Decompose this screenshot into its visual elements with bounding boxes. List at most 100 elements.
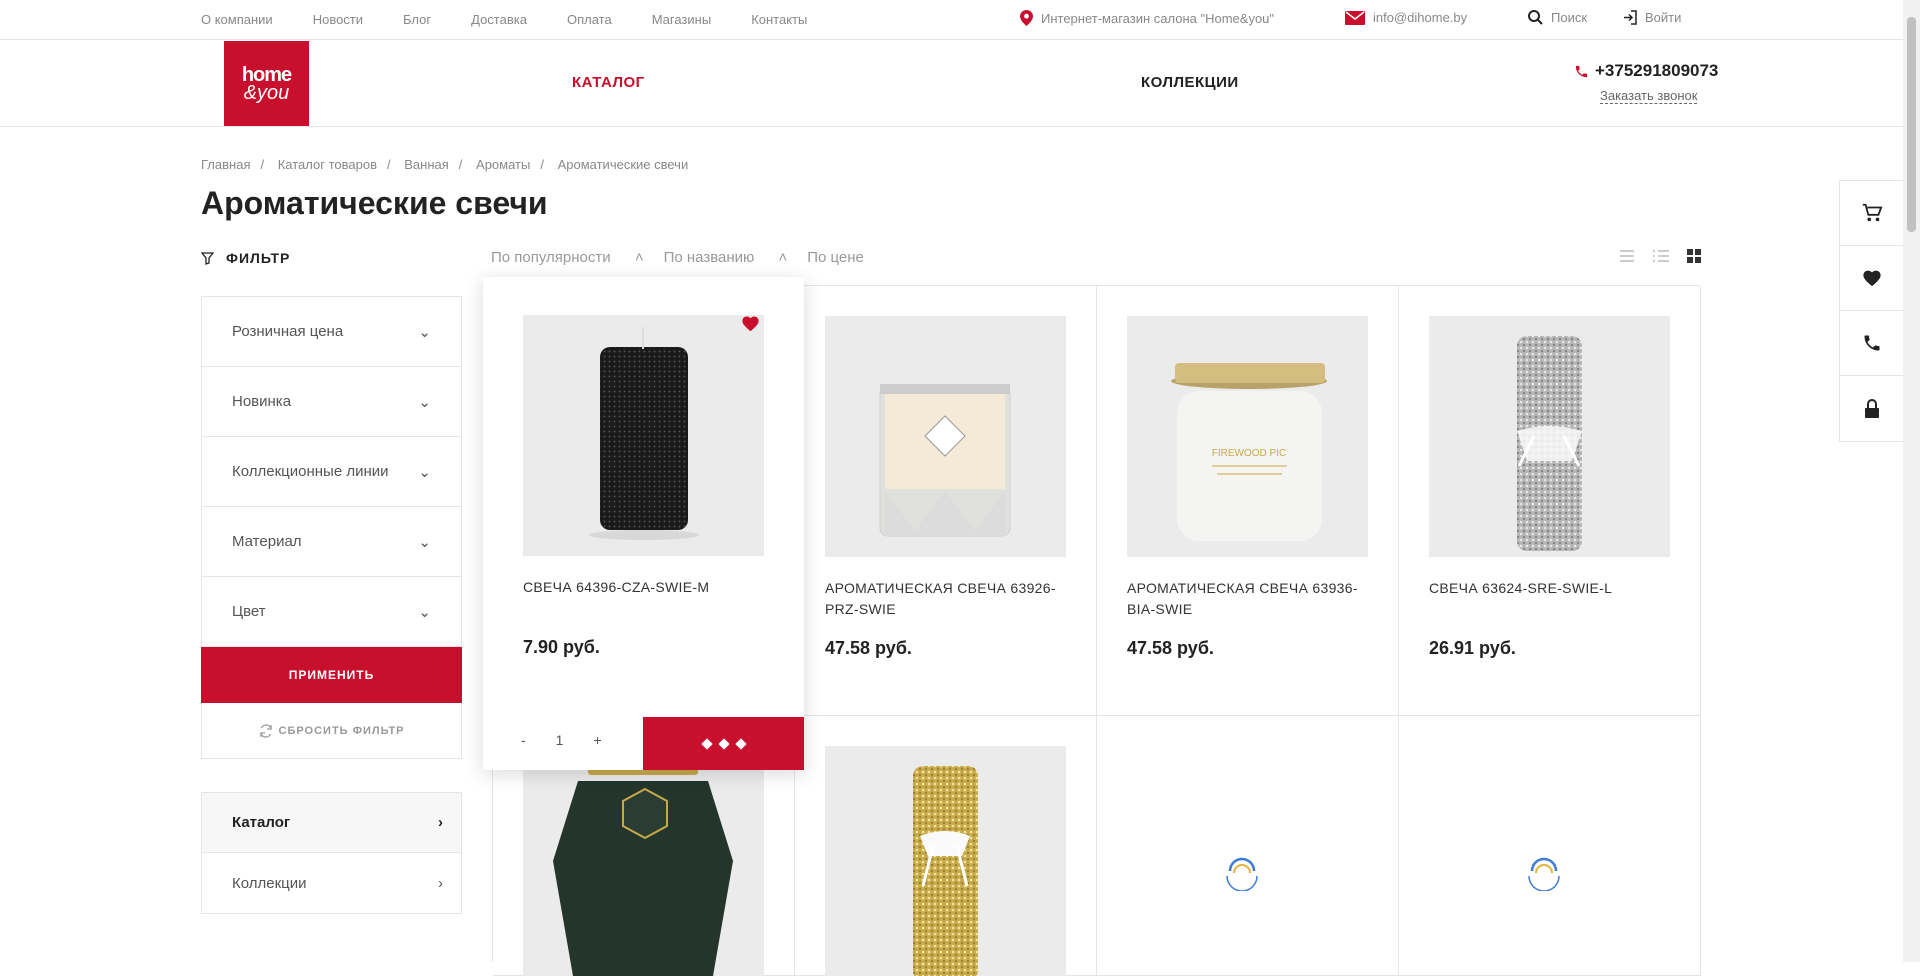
view-toggle	[1618, 248, 1702, 264]
silver-candle-icon	[1429, 316, 1670, 557]
search-link[interactable]: Поиск	[1528, 10, 1587, 25]
filter-collection-lines[interactable]: Коллекционные линии ⌄	[202, 437, 461, 507]
email-link[interactable]: info@dihome.by	[1345, 10, 1467, 25]
product-price: 47.58 руб.	[825, 638, 912, 658]
breadcrumb-home[interactable]: Главная	[201, 157, 250, 172]
apply-filter-button[interactable]: ПРИМЕНИТЬ	[201, 647, 462, 703]
breadcrumb-current: Ароматические свечи	[557, 157, 689, 172]
sort-price[interactable]: По цене	[807, 249, 864, 266]
email-text: info@dihome.by	[1373, 10, 1468, 25]
quantity-plus-button[interactable]: +	[593, 732, 601, 748]
product-card-hover[interactable]: СВЕЧА 64396-CZA-SWIE-M 7.90 руб. - 1 +	[483, 277, 804, 770]
list-view-icon[interactable]	[1618, 248, 1636, 264]
breadcrumb-bathroom[interactable]: Ванная	[404, 157, 449, 172]
filter-heading[interactable]: ФИЛЬТР	[201, 250, 290, 266]
chevron-down-icon: ⌄	[418, 393, 431, 411]
product-card-loading	[1097, 716, 1399, 976]
product-title[interactable]: СВЕЧА 63624-SRE-SWIE-L	[1429, 578, 1674, 599]
product-image[interactable]: FIREWOOD PIC	[1127, 316, 1368, 557]
phone-number[interactable]: +375291809073	[1574, 61, 1718, 81]
breadcrumb-aromas[interactable]: Ароматы	[476, 157, 530, 172]
breadcrumb: Главная / Каталог товаров / Ванная / Аромат…	[201, 157, 689, 172]
detail-list-icon[interactable]	[1652, 248, 1670, 264]
search-icon	[1528, 10, 1543, 25]
login-link[interactable]: Войти	[1623, 10, 1681, 25]
product-title[interactable]: СВЕЧА 64396-CZA-SWIE-M	[523, 577, 768, 598]
filter-title: ФИЛЬТР	[226, 250, 291, 266]
filter-label: Розничная цена	[232, 323, 344, 340]
store-info[interactable]: Интернет-магазин салона "Home&you"	[1020, 10, 1274, 26]
header: home &you КАТАЛОГ КОЛЛЕКЦИИ +37529180907…	[0, 40, 1903, 127]
scrollbar[interactable]	[1903, 0, 1920, 962]
side-menu-catalog[interactable]: Каталог ›	[202, 793, 461, 853]
cart-button[interactable]	[1840, 181, 1903, 246]
callback-link[interactable]: Заказать звонок	[1600, 88, 1698, 104]
quantity-stepper: - 1 +	[521, 732, 602, 748]
black-candle-icon	[523, 315, 764, 556]
sort-name[interactable]: По названию ˄	[664, 249, 788, 266]
product-image[interactable]	[523, 746, 764, 976]
quantity-minus-button[interactable]: -	[521, 732, 526, 748]
jar-candle-icon: FIREWOOD PIC	[1127, 316, 1368, 557]
top-nav-payment[interactable]: Оплата	[567, 12, 612, 27]
breadcrumb-catalog[interactable]: Каталог товаров	[278, 157, 377, 172]
site-logo[interactable]: home &you	[224, 41, 309, 126]
account-button[interactable]	[1840, 376, 1903, 441]
wishlist-heart-icon[interactable]	[741, 315, 760, 332]
grid-view-icon[interactable]	[1686, 248, 1702, 264]
nav-catalog[interactable]: КАТАЛОГ	[572, 74, 645, 91]
product-image[interactable]	[825, 746, 1066, 976]
product-image[interactable]	[825, 316, 1066, 557]
side-menu-label: Каталог	[232, 814, 291, 831]
top-nav-delivery[interactable]: Доставка	[471, 12, 527, 27]
sort-label: По названию	[663, 249, 755, 266]
chevron-down-icon: ⌄	[418, 533, 431, 551]
store-label: Интернет-магазин салона "Home&you"	[1041, 10, 1275, 26]
product-title[interactable]: АРОМАТИЧЕСКАЯ СВЕЧА 63936-BIA-SWIE	[1127, 578, 1372, 620]
green-candle-icon	[523, 746, 764, 976]
add-to-cart-button[interactable]	[643, 717, 804, 770]
phone-icon	[1575, 65, 1588, 77]
heart-icon	[1862, 270, 1881, 287]
diamond-icon	[700, 737, 713, 750]
logo-line1: home	[241, 63, 292, 86]
filter-color[interactable]: Цвет ⌄	[202, 577, 461, 647]
top-nav-contacts[interactable]: Контакты	[751, 12, 807, 27]
side-menu-collections[interactable]: Коллекции ›	[202, 853, 461, 913]
product-image[interactable]	[523, 315, 764, 556]
phone-icon	[1864, 335, 1879, 351]
favorites-button[interactable]	[1840, 246, 1903, 311]
filter-new[interactable]: Новинка ⌄	[202, 367, 461, 437]
top-nav-about[interactable]: О компании	[201, 12, 273, 27]
filter-label: Коллекционные линии	[232, 463, 389, 480]
quantity-value[interactable]: 1	[556, 732, 564, 748]
chevron-down-icon: ⌄	[418, 323, 431, 341]
lock-icon	[1864, 398, 1879, 418]
product-card[interactable]: СВЕЧА 63624-SRE-SWIE-L 26.91 руб.	[1399, 286, 1701, 716]
top-nav-blog[interactable]: Блог	[403, 12, 431, 27]
reset-filter-label: СБРОСИТЬ ФИЛЬТР	[278, 724, 405, 737]
scrollbar-thumb[interactable]	[1907, 17, 1916, 232]
sort-popularity[interactable]: По популярности ˄	[491, 249, 644, 266]
top-nav-stores[interactable]: Магазины	[652, 12, 712, 27]
product-price: 26.91 руб.	[1429, 638, 1516, 658]
logo-line2: &you	[243, 81, 290, 104]
product-card[interactable]: АРОМАТИЧЕСКАЯ СВЕЧА 63926-PRZ-SWIE 47.58…	[795, 286, 1097, 716]
product-card[interactable]	[795, 716, 1097, 976]
product-title[interactable]: АРОМАТИЧЕСКАЯ СВЕЧА 63926-PRZ-SWIE	[825, 578, 1070, 620]
filter-material[interactable]: Материал ⌄	[202, 507, 461, 577]
product-card[interactable]: FIREWOOD PIC АРОМАТИЧЕСКАЯ СВЕЧА 63936-B…	[1097, 286, 1399, 716]
location-pin-icon	[1020, 10, 1033, 26]
reset-filter-button[interactable]: СБРОСИТЬ ФИЛЬТР	[201, 703, 462, 759]
top-nav-news[interactable]: Новости	[313, 12, 363, 27]
floating-panel	[1839, 180, 1903, 442]
chevron-right-icon: ›	[438, 814, 443, 831]
call-button[interactable]	[1840, 311, 1903, 376]
nav-collections[interactable]: КОЛЛЕКЦИИ	[1141, 74, 1239, 91]
chevron-down-icon: ⌄	[418, 463, 431, 481]
filter-price[interactable]: Розничная цена ⌄	[202, 297, 461, 367]
product-image[interactable]	[1429, 316, 1670, 557]
refresh-icon	[259, 723, 272, 738]
filter-panel: Розничная цена ⌄ Новинка ⌄ Коллекционные л…	[201, 296, 462, 648]
product-price: 7.90 руб.	[523, 637, 600, 657]
